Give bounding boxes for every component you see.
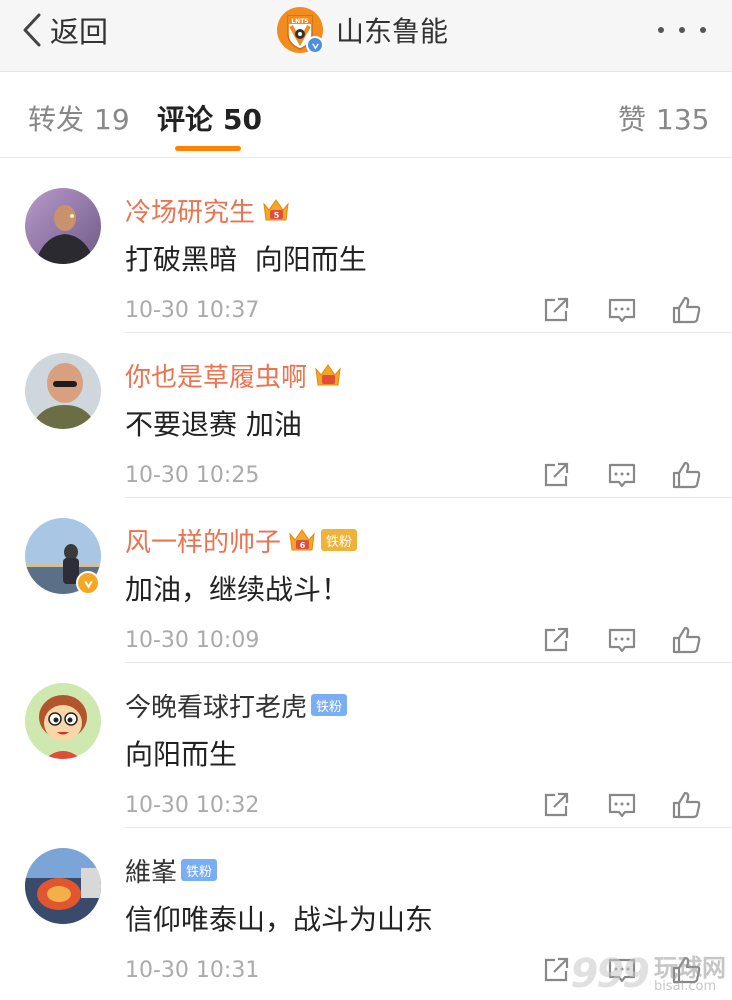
name-row: 今晚看球打老虎 铁粉 — [125, 687, 348, 724]
comment-icon — [608, 628, 636, 653]
username[interactable]: 冷场研究生 — [125, 192, 255, 229]
crown-icon — [315, 364, 341, 386]
tab-count: 50 — [223, 103, 262, 136]
back-button[interactable]: 返回 — [20, 10, 108, 50]
crown-icon: 6 — [289, 529, 315, 551]
share-button[interactable] — [540, 954, 572, 986]
verified-badge-icon — [76, 571, 100, 595]
share-button[interactable] — [540, 294, 572, 326]
comment-text: 信仰唯泰山，战斗为山东 — [125, 903, 434, 936]
comment-time: 10-30 10:32 — [125, 793, 260, 818]
more-dots-icon[interactable] — [658, 20, 706, 40]
share-icon — [544, 627, 569, 652]
watermark: 999 玩球网 bisai.com — [571, 950, 727, 998]
comment-time: 10-30 10:31 — [125, 958, 260, 983]
like-button[interactable] — [671, 459, 703, 491]
club-logo: LNTS — [276, 6, 324, 54]
share-button[interactable] — [540, 789, 572, 821]
tab-label: 转发 — [28, 103, 85, 136]
watermark-url: bisai.com — [654, 978, 717, 994]
name-row: 冷场研究生 5 — [125, 192, 291, 228]
tab-bar: 转发 19 评论 50 赞 135 — [0, 72, 732, 158]
comment-time: 10-30 10:09 — [125, 628, 260, 653]
comment-item: 你也是草履虫啊 不要退赛 加油 10-30 10:25 — [0, 333, 732, 498]
nav-bar: 返回 LNTS 山东鲁能 — [0, 0, 732, 72]
like-button[interactable] — [671, 789, 703, 821]
crown-level: 5 — [274, 211, 280, 220]
comment-text: 打破黑暗 向阳而生 — [125, 243, 367, 276]
fan-badge: 铁粉 — [181, 859, 218, 881]
username[interactable]: 今晚看球打老虎 — [125, 687, 307, 724]
share-icon — [544, 297, 569, 322]
avatar[interactable] — [25, 353, 101, 429]
tab-count: 135 — [656, 103, 710, 136]
nav-title-group[interactable]: LNTS 山东鲁能 — [276, 6, 448, 54]
share-button[interactable] — [540, 624, 572, 656]
comment-icon — [608, 298, 636, 323]
reply-button[interactable] — [606, 624, 638, 656]
comment-item: 冷场研究生 5 打破黑暗 向阳而生 10-30 10:37 — [0, 168, 732, 333]
avatar[interactable] — [25, 683, 101, 759]
fan-badge: 铁粉 — [321, 529, 358, 551]
back-label: 返回 — [50, 15, 109, 49]
thumbs-up-icon — [672, 626, 701, 654]
watermark-number: 999 — [570, 951, 650, 997]
share-icon — [544, 792, 569, 817]
crown-icon: 5 — [263, 199, 289, 221]
tab-label: 赞 — [618, 103, 647, 136]
comment-time: 10-30 10:37 — [125, 298, 260, 323]
reply-button[interactable] — [606, 294, 638, 326]
share-icon — [544, 462, 569, 487]
reply-button[interactable] — [606, 789, 638, 821]
avatar[interactable] — [25, 848, 101, 924]
share-icon — [544, 957, 569, 982]
fan-badge: 铁粉 — [311, 694, 348, 716]
share-button[interactable] — [540, 459, 572, 491]
comment-time: 10-30 10:25 — [125, 463, 260, 488]
comment-text: 不要退赛 加油 — [125, 408, 302, 441]
comment-icon — [608, 793, 636, 818]
thumbs-up-icon — [672, 461, 701, 489]
verified-badge-icon — [306, 36, 324, 54]
tab-comments[interactable]: 评论 50 — [157, 98, 262, 138]
reply-button[interactable] — [606, 459, 638, 491]
comment-icon — [608, 463, 636, 488]
tab-count: 19 — [94, 103, 130, 136]
tab-reposts[interactable]: 转发 19 — [28, 98, 130, 138]
watermark-site-name: 玩球网 — [654, 953, 726, 982]
like-button[interactable] — [671, 624, 703, 656]
comment-item: 风一样的帅子 6 铁粉 加油，继续战斗！ 10-30 10:09 — [0, 498, 732, 663]
comment-item: 今晚看球打老虎 铁粉 向阳而生 10-30 10:32 — [0, 663, 732, 828]
comment-text: 向阳而生 — [125, 738, 238, 771]
thumbs-up-icon — [672, 296, 701, 324]
username[interactable]: 你也是草履虫啊 — [125, 357, 307, 394]
name-row: 維峯 铁粉 — [125, 852, 218, 889]
crown-level: 6 — [300, 541, 306, 550]
avatar[interactable] — [25, 188, 101, 264]
name-row: 你也是草履虫啊 — [125, 357, 343, 393]
logo-text: LNTS — [291, 18, 308, 25]
chevron-left-icon — [23, 13, 41, 47]
active-tab-indicator — [175, 146, 241, 151]
thumbs-up-icon — [672, 791, 701, 819]
username[interactable]: 維峯 — [125, 852, 177, 889]
comment-text: 加油，继续战斗！ — [125, 573, 350, 606]
tab-likes[interactable]: 赞 135 — [618, 98, 709, 138]
username[interactable]: 风一样的帅子 — [125, 522, 281, 559]
tab-label: 评论 — [157, 103, 214, 136]
name-row: 风一样的帅子 6 铁粉 — [125, 522, 358, 559]
like-button[interactable] — [671, 294, 703, 326]
page-title: 山东鲁能 — [336, 15, 449, 48]
